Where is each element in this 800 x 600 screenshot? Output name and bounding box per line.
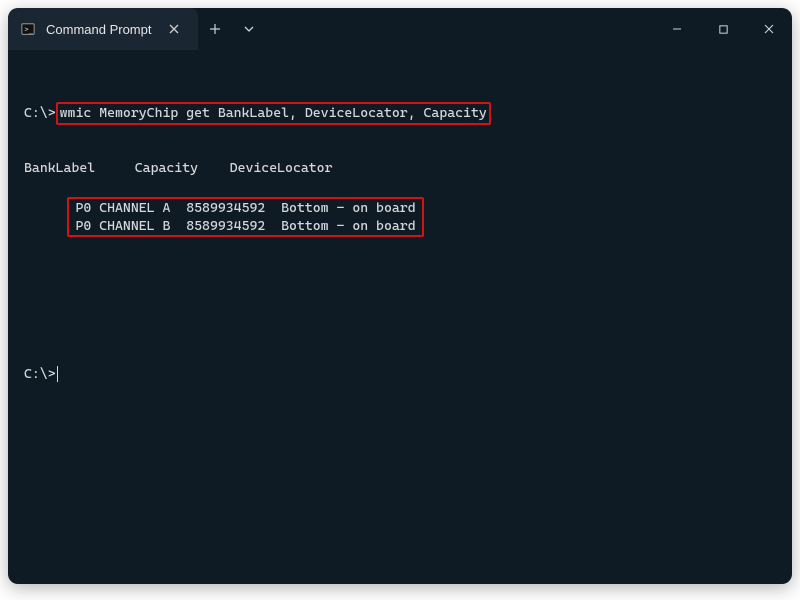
text-cursor (57, 366, 58, 382)
maximize-icon (718, 24, 729, 35)
output-rows-highlight: P0 CHANNEL A 8589934592 Bottom - on boar… (67, 197, 423, 237)
cmd-icon: >_ (20, 21, 36, 37)
new-tab-button[interactable] (198, 8, 232, 50)
minimize-icon (671, 23, 683, 35)
close-tab-button[interactable] (164, 19, 184, 39)
command-line: C:\>wmic MemoryChip get BankLabel, Devic… (20, 104, 788, 122)
close-icon (169, 24, 179, 34)
tab-dropdown-button[interactable] (232, 8, 266, 50)
minimize-button[interactable] (654, 8, 700, 50)
maximize-button[interactable] (700, 8, 746, 50)
tab-command-prompt[interactable]: >_ Command Prompt (8, 8, 198, 50)
tab-label: Command Prompt (46, 22, 154, 37)
svg-text:>_: >_ (25, 26, 34, 34)
window-close-button[interactable] (746, 8, 792, 50)
prompt-line: C:\> (20, 365, 788, 383)
output-headers: BankLabel Capacity DeviceLocator (20, 159, 788, 177)
blank-line (20, 310, 788, 328)
close-icon (763, 23, 775, 35)
entered-command: wmic MemoryChip get BankLabel, DeviceLoc… (56, 102, 491, 124)
chevron-down-icon (243, 23, 255, 35)
output-row: P0 CHANNEL B 8589934592 Bottom - on boar… (71, 217, 419, 235)
prompt-prefix: C:\> (24, 105, 56, 121)
output-row: P0 CHANNEL A 8589934592 Bottom - on boar… (71, 199, 419, 217)
blank-line (20, 255, 788, 273)
plus-icon (209, 23, 221, 35)
terminal-window: >_ Command Prompt (8, 8, 792, 584)
titlebar-drag-area[interactable] (266, 8, 654, 50)
prompt-prefix: C:\> (24, 366, 56, 382)
titlebar[interactable]: >_ Command Prompt (8, 8, 792, 50)
terminal-body[interactable]: C:\>wmic MemoryChip get BankLabel, Devic… (8, 50, 792, 584)
